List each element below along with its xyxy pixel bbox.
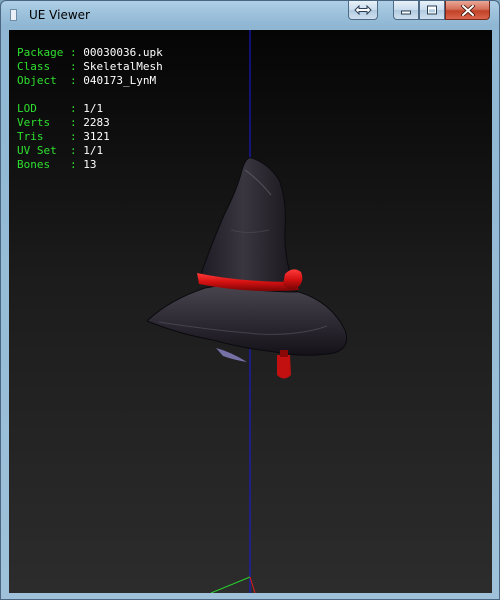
info-tris: Tris : 3121	[17, 130, 110, 143]
window-title: UE Viewer	[29, 8, 90, 22]
hat-underside-highlight	[216, 348, 247, 362]
tassel-knot	[280, 350, 288, 357]
info-package: Package : 00030036.upk	[17, 46, 163, 59]
ue-viewer-window: UE Viewer Package: 00030036.upk Class:…	[0, 0, 500, 600]
restore-arrows-icon	[354, 5, 372, 15]
maximize-button[interactable]	[419, 1, 445, 20]
hat-brim	[146, 284, 348, 356]
x-axis-line	[210, 576, 251, 593]
3d-viewport[interactable]: Package : 00030036.upk Class : SkeletalM…	[9, 30, 492, 593]
restore-size-button[interactable]	[348, 1, 378, 20]
app-icon	[10, 9, 17, 21]
close-icon	[460, 4, 475, 16]
info-lod: LOD : 1/1	[17, 102, 104, 115]
info-uvset: UV Set : 1/1	[17, 144, 104, 157]
minimize-icon	[401, 10, 411, 15]
maximize-icon	[427, 5, 437, 15]
info-bones: Bones : 13	[17, 158, 97, 171]
info-class: Class : SkeletalMesh	[17, 60, 163, 73]
title-bar[interactable]: UE Viewer	[1, 1, 499, 30]
hat-tassel	[277, 355, 291, 379]
y-axis-line	[249, 576, 256, 593]
minimize-button[interactable]	[393, 1, 419, 20]
info-verts: Verts : 2283	[17, 116, 110, 129]
close-button[interactable]	[445, 1, 490, 20]
hat-crown	[198, 157, 298, 293]
info-object: Object : 040173_LynM	[17, 74, 157, 87]
